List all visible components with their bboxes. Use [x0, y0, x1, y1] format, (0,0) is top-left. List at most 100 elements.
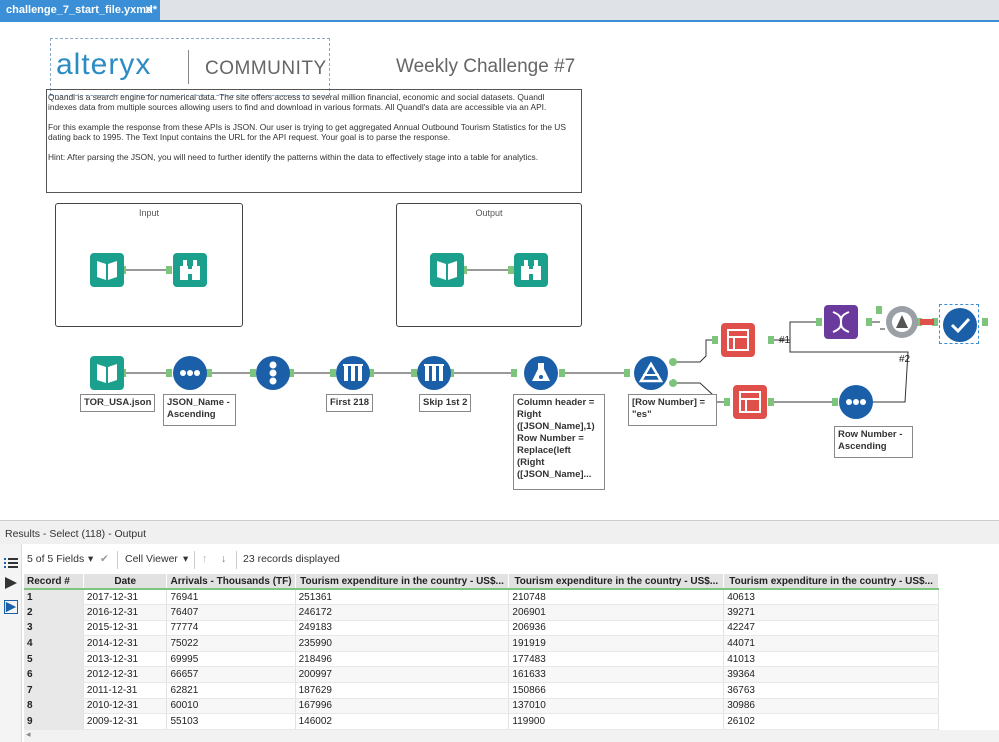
table-row[interactable]: 6 2012-12-31 66657 200997 161633 39364	[24, 666, 939, 684]
table-cell[interactable]: 218496	[295, 651, 510, 668]
table-cell[interactable]: 2009-12-31	[83, 713, 168, 730]
record-number-cell[interactable]: 7	[24, 682, 84, 699]
record-id-icon[interactable]	[255, 355, 291, 391]
table-row[interactable]: 3 2015-12-31 77774 249183 206936 42247	[24, 620, 939, 637]
record-number-cell[interactable]: 6	[24, 666, 84, 684]
record-number-cell[interactable]: 2	[24, 604, 84, 621]
results-grid[interactable]: Record # Date Arrivals - Thousands (TF) …	[24, 574, 939, 730]
table-cell[interactable]: 69995	[166, 651, 296, 668]
table-cell[interactable]: 161633	[508, 666, 725, 684]
table-row[interactable]: 8 2010-12-31 60010 167996 137010 30986	[24, 698, 939, 715]
filter-icon[interactable]	[633, 355, 669, 391]
table-row[interactable]: 1 2017-12-31 76941 251361 210748 40613	[24, 589, 939, 606]
table-row[interactable]: 9 2009-12-31 55103 146002 119900 26102	[24, 713, 939, 730]
table-cell[interactable]: 249183	[295, 620, 510, 637]
fields-dropdown[interactable]: 5 of 5 Fields	[27, 553, 84, 565]
table-cell[interactable]: 119900	[508, 713, 725, 730]
table-row[interactable]: 7 2011-12-31 62821 187629 150866 36763	[24, 682, 939, 699]
column-header[interactable]: Tourism expenditure in the country - US$…	[723, 574, 939, 590]
table-cell[interactable]: 42247	[723, 620, 939, 637]
table-cell[interactable]: 191919	[508, 635, 725, 652]
table-cell[interactable]: 137010	[508, 698, 725, 715]
table-cell[interactable]: 55103	[166, 713, 296, 730]
table-cell[interactable]: 62821	[166, 682, 296, 699]
sample-icon[interactable]	[335, 355, 371, 391]
table-cell[interactable]: 2015-12-31	[83, 620, 168, 637]
record-number-cell[interactable]: 8	[24, 698, 84, 715]
table-cell[interactable]: 150866	[508, 682, 725, 699]
workflow-canvas[interactable]: alteryx COMMUNITY Weekly Challenge #7 Qu…	[0, 22, 999, 520]
table-cell[interactable]: 2012-12-31	[83, 666, 168, 684]
auto-field-gear-icon[interactable]	[884, 304, 920, 340]
table-cell[interactable]: 66657	[166, 666, 296, 684]
table-cell[interactable]: 40613	[723, 589, 939, 606]
table-cell[interactable]: 26102	[723, 713, 939, 730]
table-cell[interactable]: 177483	[508, 651, 725, 668]
scroll-left-icon[interactable]: ◂	[26, 729, 31, 740]
table-cell[interactable]: 246172	[295, 604, 510, 621]
cross-tab-icon[interactable]	[720, 322, 756, 358]
chevron-down-icon[interactable]: ▾	[88, 553, 93, 565]
checkmark-icon[interactable]: ✔	[100, 553, 109, 565]
column-header[interactable]: Tourism expenditure in the country - US$…	[295, 574, 510, 590]
table-cell[interactable]: 167996	[295, 698, 510, 715]
table-cell[interactable]: 2010-12-31	[83, 698, 168, 715]
column-header[interactable]: Arrivals - Thousands (TF)	[166, 574, 296, 590]
input-data-icon[interactable]	[429, 252, 465, 288]
list-icon[interactable]	[4, 556, 18, 570]
record-number-cell[interactable]: 4	[24, 635, 84, 652]
table-cell[interactable]: 210748	[508, 589, 725, 606]
table-cell[interactable]: 60010	[166, 698, 296, 715]
chevron-down-icon[interactable]: ▾	[183, 553, 188, 565]
column-header[interactable]: Date	[83, 574, 168, 590]
table-cell[interactable]: 2013-12-31	[83, 651, 168, 668]
select-check-icon[interactable]	[939, 304, 979, 344]
record-number-cell[interactable]: 3	[24, 620, 84, 637]
sort-icon[interactable]	[172, 355, 208, 391]
table-cell[interactable]: 76407	[166, 604, 296, 621]
table-row[interactable]: 5 2013-12-31 69995 218496 177483 41013	[24, 651, 939, 668]
table-cell[interactable]: 200997	[295, 666, 510, 684]
table-cell[interactable]: 206901	[508, 604, 725, 621]
record-number-cell[interactable]: 5	[24, 651, 84, 668]
table-cell[interactable]: 44071	[723, 635, 939, 652]
table-row[interactable]: 4 2014-12-31 75022 235990 191919 44071	[24, 635, 939, 652]
table-cell[interactable]: 41013	[723, 651, 939, 668]
table-cell[interactable]: 76941	[166, 589, 296, 606]
horizontal-scrollbar[interactable]: ◂	[24, 729, 999, 742]
close-icon[interactable]: ✕	[144, 3, 154, 17]
tab-challenge-file[interactable]: challenge_7_start_file.yxmd* ✕	[0, 0, 160, 22]
table-cell[interactable]: 2016-12-31	[83, 604, 168, 621]
table-cell[interactable]: 39364	[723, 666, 939, 684]
column-header[interactable]: Record #	[24, 574, 84, 590]
table-cell[interactable]: 2011-12-31	[83, 682, 168, 699]
cross-tab-icon[interactable]	[732, 384, 768, 420]
browse-binoculars-icon[interactable]	[172, 252, 208, 288]
table-cell[interactable]: 75022	[166, 635, 296, 652]
table-cell[interactable]: 235990	[295, 635, 510, 652]
join-dna-icon[interactable]	[823, 304, 859, 340]
column-header[interactable]: Tourism expenditure in the country - US$…	[508, 574, 725, 590]
record-number-cell[interactable]: 1	[24, 589, 84, 606]
output-anchor-icon[interactable]	[4, 600, 18, 614]
formula-flask-icon[interactable]	[523, 355, 559, 391]
table-cell[interactable]: 187629	[295, 682, 510, 699]
table-cell[interactable]: 77774	[166, 620, 296, 637]
sort-icon[interactable]	[838, 384, 874, 420]
anchor-flag-icon[interactable]	[4, 576, 18, 590]
table-cell[interactable]: 2014-12-31	[83, 635, 168, 652]
arrow-up-icon[interactable]: ↑	[202, 553, 207, 565]
cell-viewer-dropdown[interactable]: Cell Viewer	[125, 553, 178, 565]
table-cell[interactable]: 36763	[723, 682, 939, 699]
browse-binoculars-icon[interactable]	[513, 252, 549, 288]
arrow-down-icon[interactable]: ↓	[221, 553, 226, 565]
input-data-icon[interactable]	[89, 252, 125, 288]
sample-icon[interactable]	[416, 355, 452, 391]
table-row[interactable]: 2 2016-12-31 76407 246172 206901 39271	[24, 604, 939, 621]
record-number-cell[interactable]: 9	[24, 713, 84, 730]
table-cell[interactable]: 30986	[723, 698, 939, 715]
table-cell[interactable]: 2017-12-31	[83, 589, 168, 606]
table-cell[interactable]: 39271	[723, 604, 939, 621]
table-cell[interactable]: 251361	[295, 589, 510, 606]
table-cell[interactable]: 206936	[508, 620, 725, 637]
